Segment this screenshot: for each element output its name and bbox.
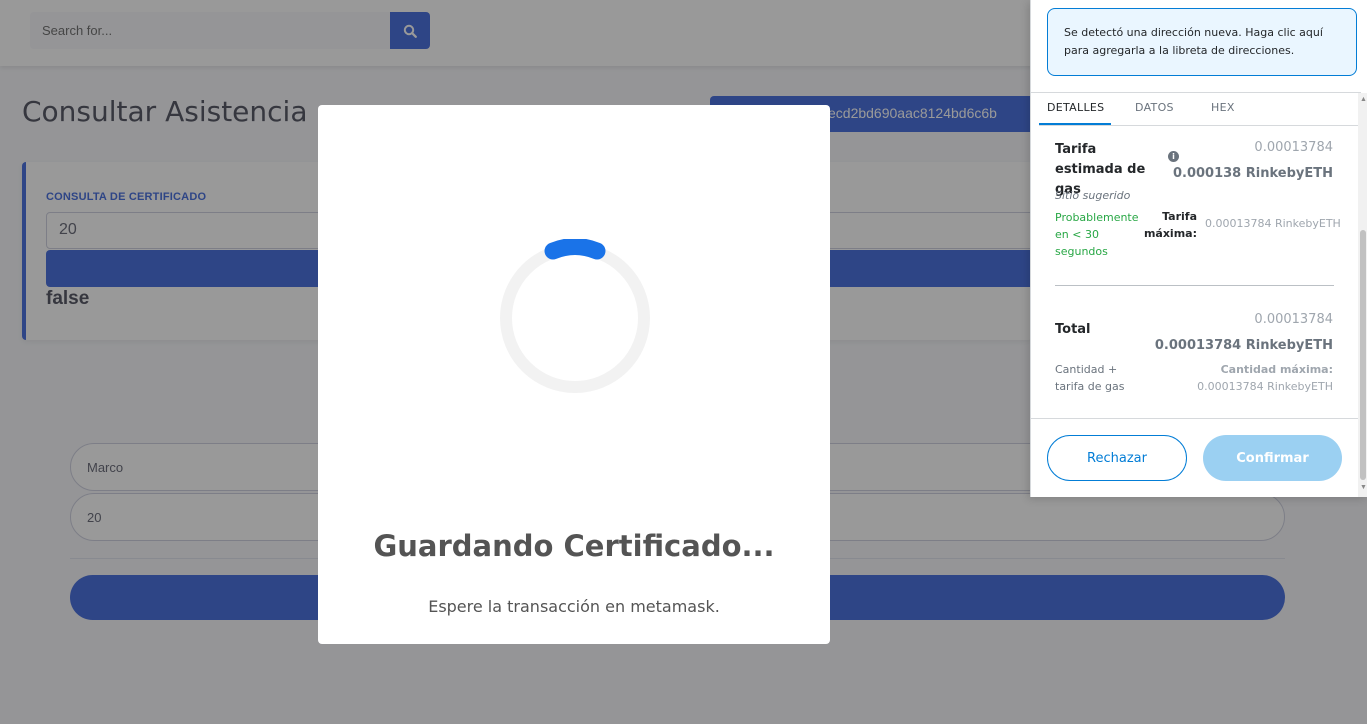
max-amount-label: Cantidad máxima: [1220,363,1333,376]
scroll-down-icon[interactable]: ▼ [1360,484,1367,491]
max-fee-value: 0.00013784 RinkebyETH [1205,217,1341,230]
section-divider [1055,285,1334,286]
new-address-notice[interactable]: Se detectó una dirección nueva. Haga cli… [1047,8,1357,76]
tx-tabs: DETALLES DATOS HEX [1039,93,1361,126]
metamask-popup: Se detectó una dirección nueva. Haga cli… [1030,0,1367,497]
active-tab-indicator [1039,123,1111,125]
scrollbar-thumb[interactable] [1360,230,1366,480]
scroll-up-icon[interactable]: ▲ [1360,96,1367,103]
modal-text: Espere la transacción en metamask. [428,597,720,616]
loading-spinner-icon [500,239,650,393]
tab-data[interactable]: DATOS [1135,101,1174,114]
total-value: 0.00013784 RinkebyETH [1154,338,1333,353]
time-estimate: Probablemente en < 30 segundos [1055,211,1139,258]
total-label: Total [1055,322,1091,337]
confirm-button[interactable]: Confirmar [1203,435,1342,481]
max-amount-value: 0.00013784 RinkebyETH [1197,380,1333,393]
reject-button[interactable]: Rechazar [1047,435,1187,481]
tab-details[interactable]: DETALLES [1047,101,1104,114]
tab-hex[interactable]: HEX [1211,101,1235,114]
footer-separator [1031,418,1361,419]
max-fee-label: Tarifa máxima: [1143,210,1197,240]
info-icon[interactable]: i [1168,151,1179,162]
loading-modal: Guardando Certificado... Espere la trans… [318,105,830,644]
total-value-small: 0.00013784 [1254,312,1333,327]
max-amount: Cantidad máxima: 0.00013784 RinkebyETH [1197,361,1333,395]
amount-plus-gas-label: Cantidad + tarifa de gas [1055,363,1125,393]
gas-fee-value: 0.000138 RinkebyETH [1172,166,1333,181]
gas-fee-value-small: 0.00013784 [1254,140,1333,155]
site-suggested-label: Sitio sugerido [1055,189,1131,202]
modal-title: Guardando Certificado... [373,529,775,563]
